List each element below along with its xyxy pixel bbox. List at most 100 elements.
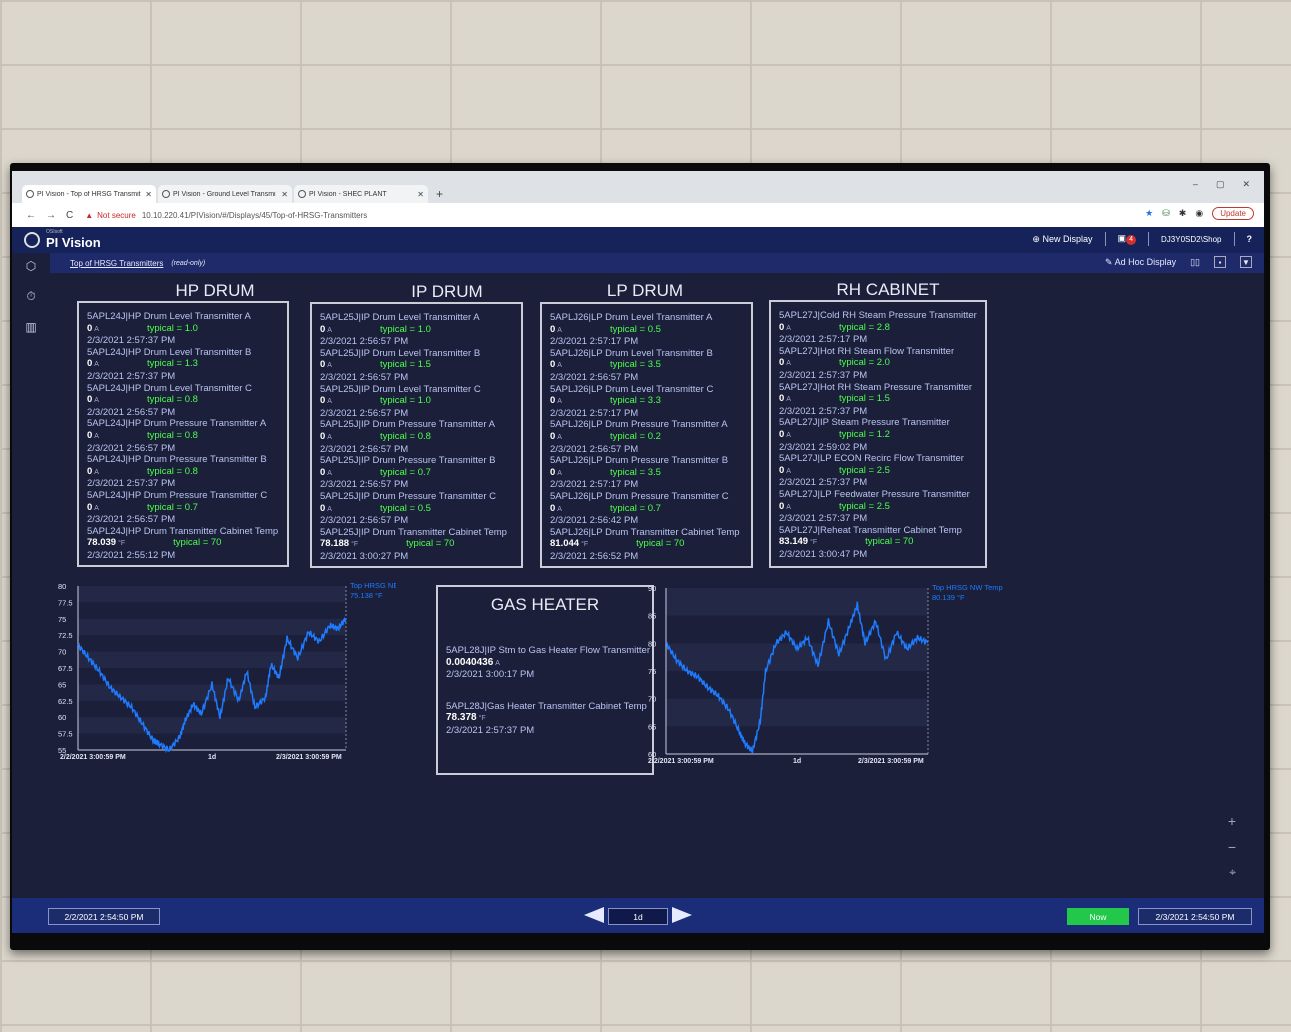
browser-tab[interactable]: PI Vision - Ground Level Transmi ✕ xyxy=(158,185,292,203)
time-forward-icon[interactable] xyxy=(672,907,692,923)
puzzle-icon[interactable]: ✱ xyxy=(1179,208,1187,219)
help-icon[interactable]: ? xyxy=(1247,234,1253,244)
dropdown-chevron-icon[interactable]: ▼ xyxy=(1240,256,1252,268)
tag-unit: A xyxy=(94,397,99,405)
grid-band xyxy=(78,651,346,668)
cube-icon[interactable]: ⬡ xyxy=(12,259,50,273)
transmitter-item[interactable]: 5APL24J|HP Drum Pressure Transmitter A0A… xyxy=(87,418,279,454)
tag-name: 5APLJ26|LP Drum Pressure Transmitter C xyxy=(550,490,729,502)
typical-value: typical = 0.7 xyxy=(609,502,661,514)
transmitter-item[interactable]: 5APL25J|IP Drum Level Transmitter A 0 Atyp… xyxy=(320,312,513,348)
back-icon[interactable]: ← xyxy=(26,210,36,221)
bookmark-star-icon[interactable]: ★ xyxy=(1145,208,1153,219)
now-button[interactable]: Now xyxy=(1067,908,1129,925)
timer-icon[interactable]: ⏱ xyxy=(12,289,50,304)
transmitter-item[interactable]: 5APLJ26|LP Drum Level Transmitter A 0 Atyp… xyxy=(550,312,743,348)
profile-icon[interactable]: ◉ xyxy=(1195,208,1203,219)
end-time-field[interactable]: 2/3/2021 2:54:50 PM xyxy=(1138,908,1252,925)
trend-nw-temp[interactable]: 908580757065602/2/2021 3:00:59 PM 1d 2/3/2… xyxy=(646,580,1016,775)
tag-unit: A xyxy=(786,467,791,475)
tag-timestamp: 2/3/2021 2:56:57 PM xyxy=(320,479,409,491)
tag-timestamp: 2/3/2021 2:57:17 PM xyxy=(779,334,868,346)
transmitter-item[interactable]: 5APLJ26|LP Drum Level Transmitter B 0 Atyp… xyxy=(550,348,743,384)
columns-icon[interactable]: ▯▯ xyxy=(1190,257,1200,268)
gas-heater-panel: 5APL28J|IP Stm to Gas Heater Flow Transm… xyxy=(436,585,654,775)
url-field[interactable]: 10.10.220.41/PIVision/#/Displays/45/Top-… xyxy=(142,211,367,220)
close-tab-icon[interactable]: ✕ xyxy=(281,190,288,199)
extension-icon[interactable]: ⛁ xyxy=(1162,208,1170,219)
library-icon[interactable]: ▥ xyxy=(12,320,50,334)
transmitter-item[interactable]: 5APLJ26|LP Drum Pressure Transmitter A0A… xyxy=(550,419,743,455)
transmitter-item[interactable]: 5APL25J|IP Drum Pressure Transmitter B0A… xyxy=(320,455,513,491)
transmitter-item[interactable]: 5APL27J|LP ECON Recirc Flow Transmitter 0… xyxy=(779,453,977,489)
transmitter-item[interactable]: 5APL27J|Hot RH Steam Flow Transmitter 0 At… xyxy=(779,346,977,382)
transmitter-item[interactable]: 5APL25J|IP Drum Level Transmitter C 0 Atyp… xyxy=(320,384,513,420)
forward-icon[interactable]: → xyxy=(46,210,56,221)
transmitter-item[interactable]: 5APL24J|HP Drum Transmitter Cabinet Temp… xyxy=(87,526,279,562)
zoom-fit-icon[interactable]: ⌖ xyxy=(1229,865,1236,880)
tag-name: 5APLJ26|LP Drum Pressure Transmitter B xyxy=(550,455,729,467)
app-brand[interactable]: OSIsoft PI Vision xyxy=(46,229,101,251)
transmitter-item[interactable]: 5APL24J|HP Drum Level Transmitter C 0 Atyp… xyxy=(87,383,279,419)
transmitter-item[interactable]: 5APL25J|IP Drum Transmitter Cabinet Temp… xyxy=(320,527,513,563)
maximize-icon[interactable]: ▢ xyxy=(1216,179,1225,190)
browser-tab[interactable]: PI Vision - SHEC PLANT ✕ xyxy=(294,185,428,203)
typical-value: typical = 70 xyxy=(406,538,455,550)
browser-tab[interactable]: PI Vision - Top of HRSG Transmit ✕ xyxy=(22,185,156,203)
zoom-out-icon[interactable]: − xyxy=(1228,839,1236,855)
duration-field[interactable]: 1d xyxy=(608,908,668,925)
display-toolbar: Top of HRSG Transmitters (read-only) ✎ A… xyxy=(50,253,1264,273)
transmitter-item[interactable]: 5APL24J|HP Drum Pressure Transmitter B0A… xyxy=(87,454,279,490)
transmitter-item[interactable]: 5APL27J|IP Steam Pressure Transmitter 0 At… xyxy=(779,417,977,453)
transmitter-item[interactable]: 5APLJ26|LP Drum Pressure Transmitter C0A… xyxy=(550,491,743,527)
close-tab-icon[interactable]: ✕ xyxy=(145,190,152,199)
tag-timestamp: 2/3/2021 2:57:37 PM xyxy=(779,369,868,381)
notifications-button[interactable]: ▣ 4 xyxy=(1118,233,1137,245)
section-panel: 5APLJ26|LP Drum Level Transmitter A 0 Atyp… xyxy=(540,302,753,568)
transmitter-item[interactable]: 5APLJ26|LP Drum Transmitter Cabinet Temp… xyxy=(550,527,743,563)
update-button[interactable]: Update xyxy=(1212,207,1254,220)
tag-value: 0 xyxy=(550,323,556,335)
typical-value: typical = 70 xyxy=(865,536,914,548)
tag-timestamp: 2/3/2021 2:59:02 PM xyxy=(779,441,868,453)
transmitter-item[interactable]: 5APL24J|HP Drum Level Transmitter B 0 Atyp… xyxy=(87,347,279,383)
new-tab-button[interactable]: + xyxy=(430,185,443,203)
minimize-icon[interactable]: – xyxy=(1193,179,1198,190)
typical-value: typical = 0.8 xyxy=(379,430,431,442)
time-back-icon[interactable] xyxy=(584,907,604,923)
transmitter-item[interactable]: 5APL27J|LP Feedwater Pressure Transmitte… xyxy=(779,489,977,525)
new-display-button[interactable]: ⊕ New Display xyxy=(1032,234,1092,245)
zoom-in-icon[interactable]: + xyxy=(1228,813,1236,829)
transmitter-item[interactable]: 5APL25J|IP Drum Pressure Transmitter A0A… xyxy=(320,419,513,455)
transmitter-item[interactable]: 5APLJ26|LP Drum Level Transmitter C 0 Atyp… xyxy=(550,384,743,420)
reload-icon[interactable]: C xyxy=(66,210,73,221)
gas-heater-item[interactable]: 5APL28J|IP Stm to Gas Heater Flow Transm… xyxy=(446,645,650,681)
tag-unit: A xyxy=(94,361,99,369)
typical-value: typical = 2.5 xyxy=(838,500,890,512)
start-time-field[interactable]: 2/2/2021 2:54:50 PM xyxy=(48,908,160,925)
close-window-icon[interactable]: ✕ xyxy=(1242,179,1250,190)
tag-value: 0 xyxy=(779,428,785,440)
close-tab-icon[interactable]: ✕ xyxy=(417,190,424,199)
transmitter-item[interactable]: 5APL27J|Reheat Transmitter Cabinet Temp 8… xyxy=(779,525,977,561)
transmitter-item[interactable]: 5APL25J|IP Drum Pressure Transmitter C0A… xyxy=(320,491,513,527)
trend-ne-temp[interactable]: 8077.57572.57067.56562.56057.5552/2/2021… xyxy=(56,578,396,768)
tag-unit: A xyxy=(557,362,562,370)
transmitter-item[interactable]: 5APLJ26|LP Drum Pressure Transmitter B0A… xyxy=(550,455,743,491)
user-name[interactable]: DJ3Y0SD2\Shop xyxy=(1161,235,1221,244)
transmitter-item[interactable]: 5APL24J|HP Drum Pressure Transmitter C0A… xyxy=(87,490,279,526)
transmitter-item[interactable]: 5APL27J|Cold RH Steam Pressure Transmitt… xyxy=(779,310,977,346)
transmitter-item[interactable]: 5APL25J|IP Drum Level Transmitter B 0 Atyp… xyxy=(320,348,513,384)
transmitter-item[interactable]: 5APL27J|Hot RH Steam Pressure Transmitte… xyxy=(779,382,977,418)
transmitter-item[interactable]: 5APL24J|HP Drum Level Transmitter A 0 Atyp… xyxy=(87,311,279,347)
address-bar: ← → C ▲ Not secure 10.10.220.41/PIVision… xyxy=(12,203,1264,227)
display-breadcrumb[interactable]: Top of HRSG Transmitters xyxy=(70,259,163,268)
save-icon[interactable]: ▪ xyxy=(1214,256,1226,268)
ad-hoc-display-button[interactable]: ✎ Ad Hoc Display xyxy=(1105,257,1176,268)
tag-value: 0 xyxy=(550,430,556,442)
tag-name: 5APLJ26|LP Drum Level Transmitter B xyxy=(550,347,713,359)
tag-name: 5APL25J|IP Drum Level Transmitter C xyxy=(320,383,481,395)
gas-heater-item[interactable]: 5APL28J|Gas Heater Transmitter Cabinet T… xyxy=(446,701,647,737)
typical-value: typical = 3.5 xyxy=(609,466,661,478)
security-warning[interactable]: Not secure xyxy=(97,211,136,220)
